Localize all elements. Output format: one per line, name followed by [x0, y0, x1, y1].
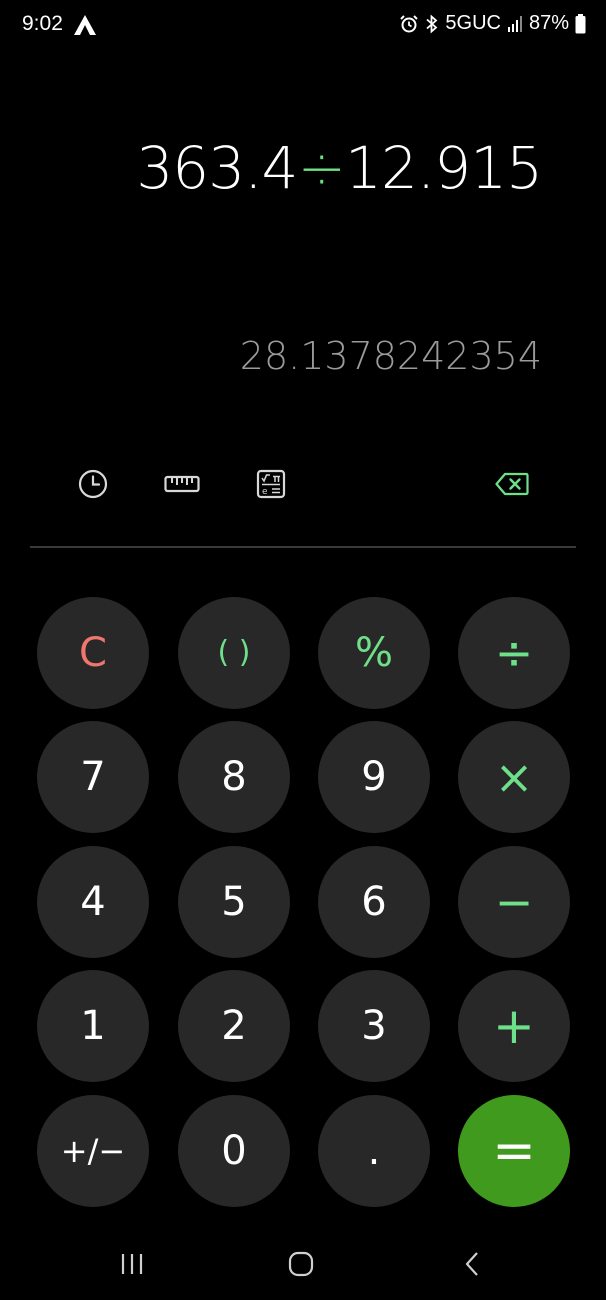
digit-4-button[interactable]: 4 [37, 846, 149, 958]
add-button-label: + [493, 997, 535, 1055]
digit-6-button[interactable]: 6 [318, 846, 430, 958]
digit-3-button[interactable]: 3 [318, 970, 430, 1082]
multiply-button[interactable]: × [458, 721, 570, 833]
status-time: 9:02 [22, 12, 63, 35]
digit-2-label: 2 [221, 1003, 247, 1049]
decimal-button-label: . [367, 1128, 381, 1174]
battery-percent: 87% [528, 12, 569, 34]
back-icon[interactable] [452, 1244, 492, 1284]
add-button[interactable]: + [458, 970, 570, 1082]
digit-2-button[interactable]: 2 [178, 970, 290, 1082]
divider [30, 546, 576, 548]
subtract-button[interactable]: − [458, 846, 570, 958]
subtract-button-label: − [494, 875, 534, 929]
backspace-icon[interactable] [493, 465, 531, 503]
digit-7-label: 7 [80, 754, 106, 800]
parentheses-button-label: ( ) [217, 635, 251, 670]
parentheses-button[interactable]: ( ) [178, 597, 290, 709]
digit-1-button[interactable]: 1 [37, 970, 149, 1082]
expression-display[interactable]: 363.4÷12.915 [136, 134, 543, 202]
digit-5-button[interactable]: 5 [178, 846, 290, 958]
status-bar: 9:02 5GUC 87% [0, 0, 606, 52]
equals-button[interactable]: = [458, 1095, 570, 1207]
battery-icon [575, 13, 586, 34]
divide-button-label: ÷ [494, 626, 534, 680]
digit-3-label: 3 [361, 1003, 387, 1049]
bluetooth-icon [425, 13, 439, 34]
expression-left-operand: 363.4 [136, 134, 298, 202]
negate-button[interactable]: +/− [37, 1095, 149, 1207]
scientific-mode-icon[interactable]: e [252, 465, 290, 503]
svg-text:e: e [262, 487, 268, 497]
alarm-icon [399, 14, 419, 34]
digit-4-label: 4 [80, 879, 106, 925]
digit-9-label: 9 [361, 754, 387, 800]
history-icon[interactable] [74, 465, 112, 503]
digit-0-button[interactable]: 0 [178, 1095, 290, 1207]
expression-right-operand: 12.915 [345, 134, 543, 202]
network-label: 5GUC [445, 12, 501, 34]
digit-6-label: 6 [361, 879, 387, 925]
digit-0-label: 0 [221, 1128, 247, 1174]
percent-button-label: % [354, 630, 393, 676]
status-icons: 5GUC 87% [399, 12, 586, 35]
decimal-button[interactable]: . [318, 1095, 430, 1207]
digit-7-button[interactable]: 7 [37, 721, 149, 833]
divide-button[interactable]: ÷ [458, 597, 570, 709]
result-preview: 28.1378242354 [239, 334, 542, 378]
clear-button[interactable]: C [37, 597, 149, 709]
recent-apps-icon[interactable] [112, 1244, 152, 1284]
expression-operator: ÷ [297, 134, 346, 202]
digit-8-label: 8 [221, 754, 247, 800]
multiply-button-label: × [494, 750, 534, 804]
percent-button[interactable]: % [318, 597, 430, 709]
digit-5-label: 5 [221, 879, 247, 925]
negate-button-label: +/− [60, 1132, 126, 1170]
digit-9-button[interactable]: 9 [318, 721, 430, 833]
signal-icon [507, 15, 523, 33]
clear-button-label: C [79, 630, 107, 676]
arrow-a-icon [73, 14, 97, 36]
home-icon[interactable] [281, 1244, 321, 1284]
unit-converter-icon[interactable] [163, 465, 201, 503]
equals-button-label: = [492, 1121, 536, 1181]
digit-8-button[interactable]: 8 [178, 721, 290, 833]
digit-1-label: 1 [80, 1003, 106, 1049]
